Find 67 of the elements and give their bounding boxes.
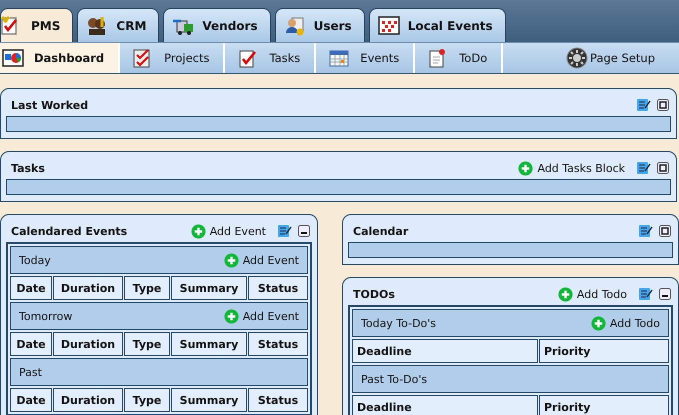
panel-title: Tasks	[11, 162, 45, 174]
add-link[interactable]: Add Event	[224, 308, 299, 324]
column-header[interactable]: Summary	[171, 332, 247, 356]
section-title: Past To-Do's	[361, 372, 428, 386]
nav-tab[interactable]: ToDo	[415, 43, 504, 73]
column-header[interactable]: Deadline	[352, 395, 538, 415]
add-icon	[558, 286, 573, 302]
column-header[interactable]: Summary	[171, 388, 247, 412]
add-icon	[518, 160, 534, 176]
add-link[interactable]: Add Tasks Block	[518, 160, 625, 176]
minimize-icon[interactable]	[298, 225, 310, 237]
column-header[interactable]: Status	[248, 388, 308, 412]
module-tab[interactable]: PMS	[0, 8, 74, 42]
add-icon	[590, 316, 606, 330]
column-header[interactable]: Priority	[539, 339, 669, 363]
calendar-icon	[328, 48, 350, 68]
edit-icon[interactable]	[639, 288, 653, 300]
nav-tab[interactable]: Tasks	[225, 43, 316, 73]
panel-title: Calendared Events	[11, 224, 128, 238]
add-link[interactable]: Add Event	[190, 224, 266, 238]
edit-icon[interactable]	[637, 162, 651, 174]
page-setup-button[interactable]: Page Setup	[566, 43, 655, 73]
edit-icon[interactable]	[278, 225, 292, 237]
edit-icon[interactable]	[637, 99, 651, 111]
add-link[interactable]: Add Event	[224, 252, 299, 268]
column-header[interactable]: Deadline	[352, 339, 538, 363]
nav-tab[interactable]: Dashboard	[0, 43, 120, 73]
column-header[interactable]: Duration	[53, 332, 123, 356]
edit-icon[interactable]	[639, 225, 653, 237]
add-icon	[224, 252, 239, 268]
column-header[interactable]: Duration	[53, 388, 123, 412]
section-title: Tomorrow	[19, 310, 72, 322]
panel-title: Calendar	[353, 224, 408, 238]
add-icon	[190, 224, 206, 238]
column-header[interactable]: Date	[10, 388, 52, 412]
column-header[interactable]: Type	[124, 332, 170, 356]
maximize-icon[interactable]	[659, 225, 671, 237]
maximize-icon[interactable]	[657, 162, 669, 174]
add-icon	[224, 308, 239, 324]
column-header[interactable]: Type	[124, 276, 170, 300]
column-header[interactable]: Status	[248, 276, 308, 300]
add-link[interactable]: Add Todo	[590, 316, 660, 330]
column-header[interactable]: Date	[10, 276, 52, 300]
column-header[interactable]: Status	[248, 332, 308, 356]
module-tab[interactable]: Vendors	[163, 8, 271, 42]
maximize-icon[interactable]	[657, 99, 669, 111]
column-header[interactable]: Type	[124, 388, 170, 412]
nav-tab[interactable]: Projects	[120, 43, 226, 73]
add-link[interactable]: Add Todo	[558, 286, 627, 302]
dashboard-icon	[2, 48, 24, 68]
section-title: Today To-Do's	[361, 316, 436, 330]
module-tab[interactable]: CRM	[77, 8, 160, 42]
column-header[interactable]: Priority	[539, 395, 669, 415]
section-title: Today	[19, 254, 51, 266]
gear-icon	[566, 47, 588, 69]
user-icon	[284, 14, 306, 36]
module-tab[interactable]: Users	[274, 8, 365, 42]
column-header[interactable]: Summary	[171, 276, 247, 300]
nav-tab[interactable]: Events	[316, 43, 416, 73]
minimize-icon[interactable]	[659, 288, 671, 300]
column-header[interactable]: Duration	[53, 276, 123, 300]
module-tab[interactable]: Local Events	[368, 8, 506, 42]
section-title: Past	[19, 366, 42, 378]
panel-title: TODOs	[353, 288, 395, 300]
calendar-icon	[378, 14, 400, 36]
column-header[interactable]: Date	[10, 332, 52, 356]
panel-title: Last Worked	[11, 98, 88, 112]
